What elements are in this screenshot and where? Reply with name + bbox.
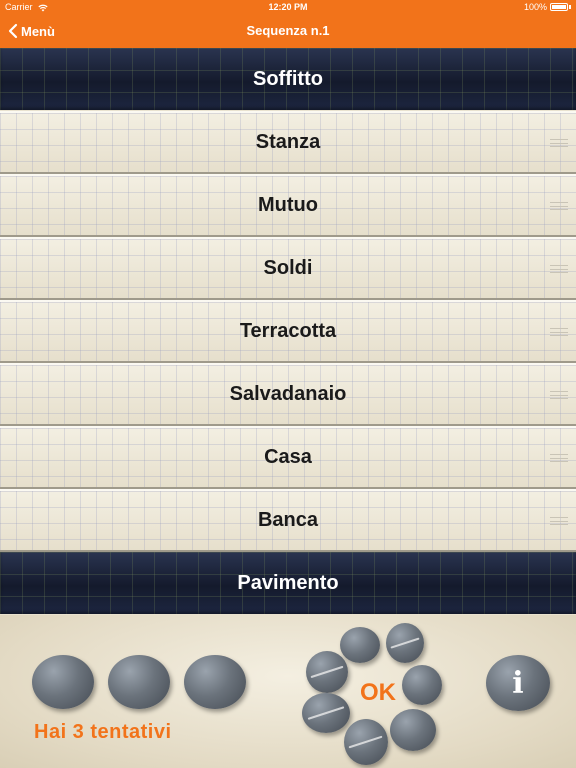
status-time: 12:20 PM: [268, 2, 308, 12]
battery-icon: [550, 3, 568, 11]
bottom-anchor: Pavimento: [0, 552, 576, 614]
pebble-icon: [306, 651, 348, 693]
battery-indicator: 100%: [524, 0, 571, 14]
top-anchor-label: Soffitto: [253, 67, 323, 90]
list-item[interactable]: Banca: [0, 489, 576, 552]
bottom-anchor-label: Pavimento: [237, 571, 339, 594]
ok-button[interactable]: OK: [300, 621, 450, 768]
info-button[interactable]: i: [486, 655, 550, 711]
pebble-icon: [340, 627, 380, 663]
status-bar: Carrier 12:20 PM 100%: [0, 0, 576, 14]
drag-handle-icon[interactable]: [550, 264, 568, 273]
drag-handle-icon[interactable]: [550, 138, 568, 147]
list-item-label: Salvadanaio: [229, 383, 347, 405]
info-icon: i: [512, 665, 524, 701]
list-item-label: Soldi: [263, 257, 313, 279]
drag-handle-icon[interactable]: [550, 390, 568, 399]
drag-handle-icon[interactable]: [550, 516, 568, 525]
battery-percent: 100%: [523, 2, 547, 12]
attempt-stone-icon: [108, 655, 170, 709]
battery-tip: [569, 5, 571, 9]
attempts-label: Hai 3 tentativi: [34, 721, 172, 743]
list-item[interactable]: Mutuo: [0, 174, 576, 237]
top-anchor: Soffitto: [0, 48, 576, 110]
ok-label: OK: [360, 679, 396, 706]
navigation-bar: Menù Sequenza n.1: [0, 14, 576, 48]
page-title: Sequenza n.1: [246, 23, 330, 38]
list-item-label: Banca: [257, 509, 319, 531]
drag-handle-icon[interactable]: [550, 201, 568, 210]
pebble-icon: [402, 665, 442, 705]
list-item[interactable]: Terracotta: [0, 300, 576, 363]
list-item[interactable]: Salvadanaio: [0, 363, 576, 426]
list-item-label: Stanza: [255, 131, 321, 153]
list-item[interactable]: Casa: [0, 426, 576, 489]
sortable-list: Stanza Mutuo Soldi Terracotta Salvadanai…: [0, 111, 576, 552]
pebble-icon: [302, 693, 350, 733]
pebble-icon: [386, 623, 424, 663]
pebble-icon: [344, 719, 388, 765]
list-item-label: Mutuo: [258, 194, 318, 216]
attempt-stone-icon: [32, 655, 94, 709]
footer-panel: Hai 3 tentativi OK i: [0, 615, 576, 768]
list-item[interactable]: Stanza: [0, 111, 576, 174]
pebble-icon: [390, 709, 436, 751]
list-item[interactable]: Soldi: [0, 237, 576, 300]
drag-handle-icon[interactable]: [550, 453, 568, 462]
drag-handle-icon[interactable]: [550, 327, 568, 336]
list-item-label: Terracotta: [239, 320, 337, 342]
list-item-label: Casa: [264, 446, 312, 468]
attempt-stone-icon: [184, 655, 246, 709]
